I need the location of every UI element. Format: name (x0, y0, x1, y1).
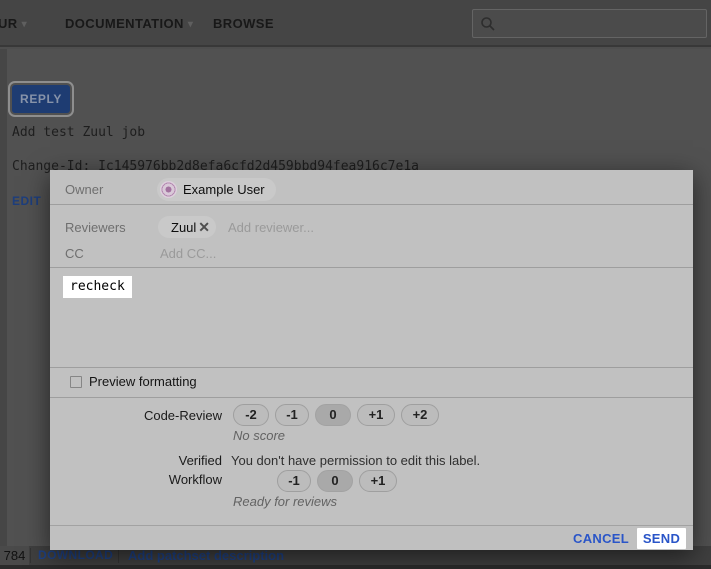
app-header: UR▾ DOCUMENTATION▾ BROWSE (0, 0, 711, 47)
dialog-footer: CANCEL SEND (50, 525, 693, 550)
search-box[interactable] (472, 9, 707, 38)
dialog-divider (50, 367, 693, 368)
patch-number-tab[interactable]: 784 (0, 546, 29, 565)
gerrit-app: UR▾ DOCUMENTATION▾ BROWSE REPLY Add test… (0, 0, 711, 569)
nav-item-documentation[interactable]: DOCUMENTATION▾ (65, 16, 193, 31)
code-review-label: Code-Review (90, 408, 222, 423)
reply-message-text: recheck (63, 276, 132, 298)
cancel-button[interactable]: CANCEL (573, 531, 629, 546)
code-review-note: No score (233, 428, 285, 443)
vote-button-minus2[interactable]: -2 (233, 404, 269, 426)
preview-formatting-label: Preview formatting (89, 374, 197, 389)
vote-button-zero[interactable]: 0 (315, 404, 351, 426)
owner-chip[interactable]: Example User (157, 178, 276, 201)
search-input[interactable] (501, 11, 701, 36)
workflow-note: Ready for reviews (233, 494, 337, 509)
owner-label: Owner (65, 182, 103, 197)
workflow-votes: -1 0 +1 (277, 470, 397, 492)
search-icon (480, 16, 496, 32)
send-button[interactable]: SEND (637, 528, 686, 549)
owner-chip-name: Example User (183, 182, 265, 197)
nav-item-browse[interactable]: BROWSE (213, 16, 274, 31)
code-review-votes: -2 -1 0 +1 +2 (233, 404, 439, 426)
caret-down-icon: ▾ (188, 19, 193, 30)
nav-item-your[interactable]: UR▾ (0, 16, 27, 31)
reply-message-textarea[interactable]: recheck (50, 268, 693, 367)
reply-dialog: Owner Example User Reviewers Zuul ✕ CC r… (50, 170, 693, 550)
add-reviewer-input[interactable] (228, 217, 398, 237)
verified-label: Verified (90, 453, 222, 468)
workflow-label: Workflow (90, 472, 222, 487)
vote-button-plus2[interactable]: +2 (401, 404, 439, 426)
vote-button-minus1[interactable]: -1 (277, 470, 311, 492)
bottom-bar-divider (30, 548, 31, 563)
bottom-bar-divider (118, 548, 119, 563)
remove-reviewer-icon[interactable]: ✕ (198, 219, 210, 236)
reviewer-chip-name: Zuul (171, 220, 196, 235)
cc-label: CC (65, 246, 84, 261)
vote-button-plus1[interactable]: +1 (357, 404, 395, 426)
reviewers-label: Reviewers (65, 220, 126, 235)
vote-button-minus1[interactable]: -1 (275, 404, 309, 426)
page-left-edge (0, 49, 7, 546)
vote-button-plus1[interactable]: +1 (359, 470, 397, 492)
caret-down-icon: ▾ (22, 19, 27, 30)
edit-link[interactable]: EDIT (12, 194, 41, 208)
dialog-divider (50, 204, 693, 205)
reply-button[interactable]: REPLY (12, 85, 70, 113)
add-cc-input[interactable] (160, 243, 330, 263)
window-bottom-edge (0, 565, 711, 569)
reviewer-chip[interactable]: Zuul ✕ (158, 216, 216, 238)
vote-button-zero[interactable]: 0 (317, 470, 353, 492)
avatar (160, 181, 177, 198)
commit-message: Add test Zuul job Change-Id: Ic145976bb2… (12, 124, 419, 175)
verified-permission-text: You don't have permission to edit this l… (231, 453, 480, 468)
dialog-divider (50, 397, 693, 398)
preview-formatting-checkbox[interactable] (70, 376, 82, 388)
